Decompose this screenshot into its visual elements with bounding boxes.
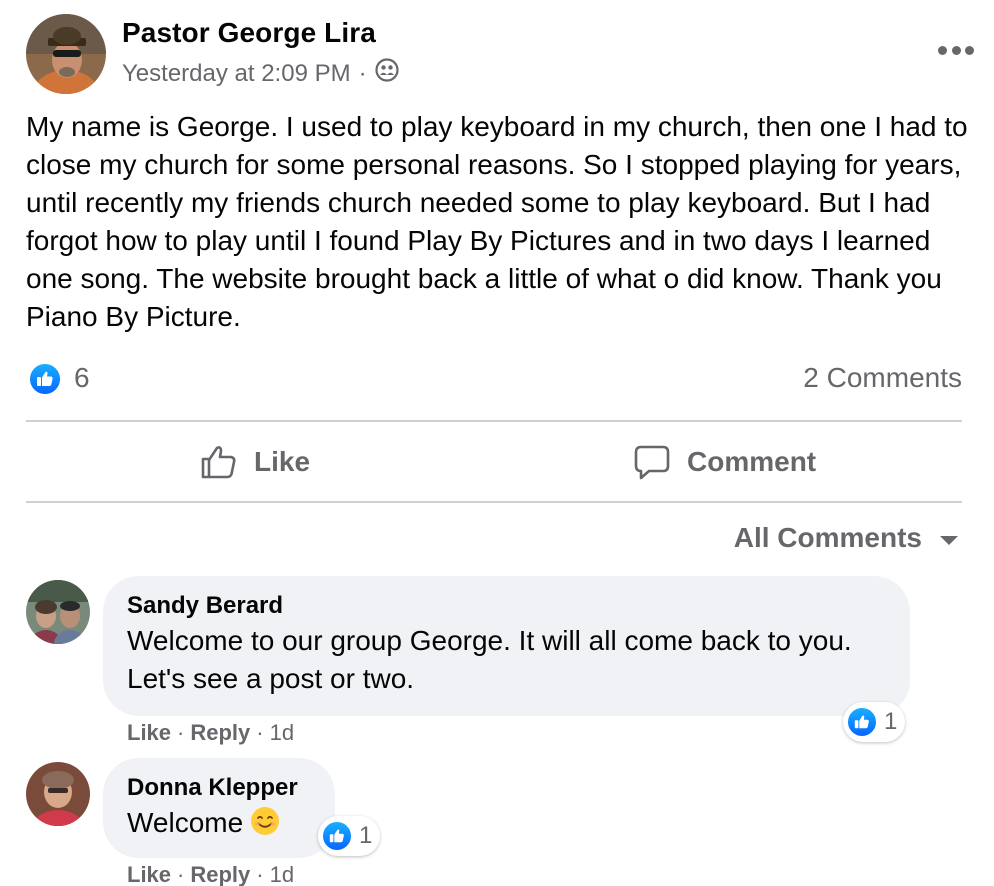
divider-top: [26, 420, 962, 422]
comments-filter-dropdown[interactable]: All Comments: [734, 522, 958, 554]
comment-text: Welcome to our group George. It will all…: [127, 625, 852, 694]
post-text: My name is George. I used to play keyboa…: [26, 111, 968, 332]
post-timestamp[interactable]: Yesterday at 2:09 PM: [122, 60, 351, 88]
meta-separator: ·: [358, 59, 367, 87]
comment-bubble-icon: [634, 445, 670, 480]
like-reaction-icon: [321, 820, 353, 852]
comment-like-link[interactable]: Like: [127, 862, 171, 886]
comment-actions: Like · Reply · 1d: [127, 720, 295, 746]
like-button[interactable]: Like: [200, 430, 310, 494]
divider-bottom: [26, 501, 962, 503]
author-avatar[interactable]: [26, 14, 106, 94]
comment-actions: Like · Reply · 1d: [127, 862, 295, 886]
comment-reaction-count: 1: [884, 708, 898, 735]
post-author-name[interactable]: Pastor George Lira: [122, 17, 376, 49]
thumbs-up-outline-icon: [201, 446, 236, 479]
comment-reaction-badge[interactable]: 1: [318, 816, 381, 856]
reactions-summary: 6 2 Comments: [28, 360, 962, 400]
caret-down-icon: [940, 535, 958, 545]
group-audience-icon[interactable]: [374, 58, 399, 89]
comment-bubble: Donna Klepper Welcome: [103, 758, 335, 858]
more-options-icon[interactable]: [938, 40, 974, 60]
smiling-face-emoji-icon: [249, 805, 281, 837]
commenter-avatar[interactable]: [26, 580, 90, 644]
comment-text: Welcome: [127, 807, 244, 838]
like-reaction-icon: [846, 706, 878, 738]
comment-button[interactable]: Comment: [633, 430, 816, 494]
comment-reaction-badge[interactable]: 1: [843, 702, 906, 742]
comment-text-row: Welcome: [127, 804, 311, 842]
like-reaction-icon[interactable]: [28, 362, 62, 396]
comment-reply-link[interactable]: Reply: [190, 862, 250, 886]
comment-author[interactable]: Sandy Berard: [127, 590, 886, 622]
comment-reaction-count: 1: [359, 822, 373, 849]
comment-time[interactable]: 1d: [270, 862, 294, 886]
comment-reply-link[interactable]: Reply: [190, 720, 250, 746]
comment-bubble: Sandy Berard Welcome to our group George…: [103, 576, 910, 716]
like-button-label: Like: [254, 446, 311, 477]
comment-time[interactable]: 1d: [270, 720, 294, 746]
post-meta: Yesterday at 2:09 PM ·: [122, 58, 399, 89]
reaction-count[interactable]: 6: [74, 362, 90, 394]
comments-filter-label: All Comments: [733, 522, 922, 553]
comment-author[interactable]: Donna Klepper: [127, 772, 311, 804]
comments-count-link[interactable]: 2 Comments: [803, 362, 962, 394]
comment-button-label: Comment: [687, 446, 817, 477]
comment-like-link[interactable]: Like: [127, 720, 171, 746]
commenter-avatar[interactable]: [26, 762, 90, 826]
